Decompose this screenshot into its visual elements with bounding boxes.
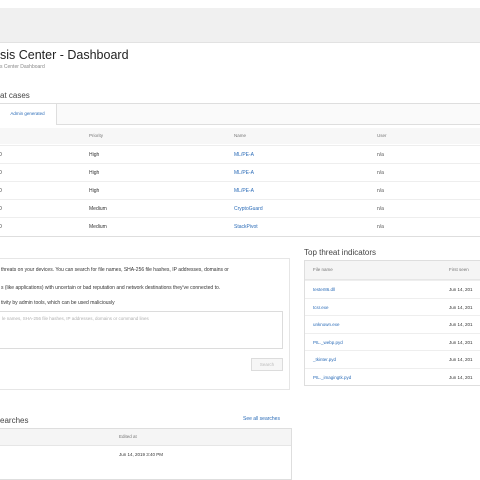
search-description-line: threats on your devices. You can search …: [1, 267, 229, 273]
page-title: sis Center - Dashboard: [0, 48, 129, 62]
breadcrumb: s Center Dashboard: [0, 64, 45, 70]
case-id[interactable]: 0: [0, 182, 2, 200]
column-header-edited-at[interactable]: Edited at: [119, 429, 137, 445]
see-all-searches-link[interactable]: See all searches: [243, 416, 280, 422]
indicator-first-seen: Jun 14, 201: [449, 339, 473, 345]
top-indicators-heading: Top threat indicators: [304, 248, 377, 257]
case-user: n/a: [377, 206, 384, 212]
column-header-first-seen[interactable]: First seen: [449, 261, 469, 279]
top-indicators-panel: File name First seen tester86.dll Jun 14…: [304, 260, 480, 386]
recent-searches-panel: Edited at Jun 14, 2019 3:40 PM: [0, 428, 292, 480]
threat-cases-tabbar: Admin generated: [0, 104, 480, 125]
case-user: n/a: [377, 224, 384, 230]
column-header-user[interactable]: User: [377, 128, 387, 144]
case-priority: Medium: [89, 206, 107, 212]
case-name-link[interactable]: StackPivot: [234, 218, 258, 236]
case-priority: High: [89, 170, 100, 176]
tab-admin-generated[interactable]: Admin generated: [0, 104, 57, 125]
indicator-first-seen: Jun 14, 201: [449, 304, 473, 310]
threat-search-panel: threats on your devices. You can search …: [0, 258, 290, 390]
indicator-file-link[interactable]: PIL._webp.pyd: [313, 334, 343, 351]
search-description-line: s (like applications) with uncertain or …: [1, 285, 221, 291]
column-header-name[interactable]: Name: [234, 128, 246, 144]
searches-table-header: Edited at: [0, 429, 291, 446]
case-id[interactable]: 0: [0, 218, 2, 236]
table-row[interactable]: PIL._webp.pyd Jun 14, 201: [305, 332, 480, 352]
column-header-file-name[interactable]: File name: [313, 261, 333, 279]
table-row[interactable]: tester86.dll Jun 14, 201: [305, 280, 480, 299]
case-priority: Medium: [89, 224, 107, 230]
table-row[interactable]: 0 Medium StackPivot n/a: [0, 217, 480, 236]
indicator-first-seen: Jun 14, 201: [449, 374, 473, 380]
case-id[interactable]: 0: [0, 146, 2, 164]
recent-searches-heading: earches: [0, 416, 29, 425]
table-row[interactable]: 0 High ML/PE-A n/a: [0, 163, 480, 182]
table-row[interactable]: Jun 14, 2019 3:40 PM: [0, 446, 291, 464]
case-name-link[interactable]: ML/PE-A: [234, 182, 254, 200]
case-user: n/a: [377, 170, 384, 176]
table-row[interactable]: _tkinter.pyd Jun 14, 201: [305, 350, 480, 369]
indicator-file-link[interactable]: tcsr.exe: [313, 299, 329, 316]
search-edited-at: Jun 14, 2019 3:40 PM: [119, 452, 164, 457]
search-description-line: tivity by admin tools, which can be used…: [1, 300, 115, 306]
threat-search-input[interactable]: le names, SHA-256 file hashes, IP addres…: [0, 311, 283, 349]
top-header-bar: [0, 8, 480, 43]
case-priority: High: [89, 152, 100, 158]
case-id[interactable]: 0: [0, 164, 2, 182]
indicator-first-seen: Jun 14, 201: [449, 287, 473, 292]
indicator-file-link[interactable]: _tkinter.pyd: [313, 351, 336, 368]
indicators-table-header: File name First seen: [305, 261, 480, 280]
indicator-file-link[interactable]: unknown.exe: [313, 316, 340, 333]
threat-cases-table-header: Priority Name User: [0, 128, 480, 144]
case-user: n/a: [377, 152, 384, 158]
column-header-priority[interactable]: Priority: [89, 128, 103, 144]
case-user: n/a: [377, 188, 384, 194]
table-row[interactable]: 0 High ML/PE-A n/a: [0, 145, 480, 164]
table-row[interactable]: 0 High ML/PE-A n/a: [0, 181, 480, 200]
indicator-file-link[interactable]: PIL._imagingtk.pyd: [313, 369, 351, 386]
case-name-link[interactable]: CryptoGuard: [234, 200, 263, 218]
indicator-first-seen: Jun 14, 201: [449, 357, 473, 362]
search-button[interactable]: Search: [251, 358, 283, 371]
threat-cases-heading: at cases: [0, 91, 30, 100]
table-row[interactable]: unknown.exe Jun 14, 201: [305, 315, 480, 334]
table-row[interactable]: 0 Medium CryptoGuard n/a: [0, 199, 480, 218]
case-id[interactable]: 0: [0, 200, 2, 218]
case-name-link[interactable]: ML/PE-A: [234, 164, 254, 182]
indicator-first-seen: Jun 14, 201: [449, 322, 473, 327]
threat-cases-panel: Admin generated Priority Name User 0 Hig…: [0, 103, 480, 237]
case-name-link[interactable]: ML/PE-A: [234, 146, 254, 164]
case-priority: High: [89, 188, 100, 194]
indicator-file-link[interactable]: tester86.dll: [313, 281, 335, 298]
table-row[interactable]: tcsr.exe Jun 14, 201: [305, 297, 480, 317]
table-row[interactable]: PIL._imagingtk.pyd Jun 14, 201: [305, 367, 480, 387]
